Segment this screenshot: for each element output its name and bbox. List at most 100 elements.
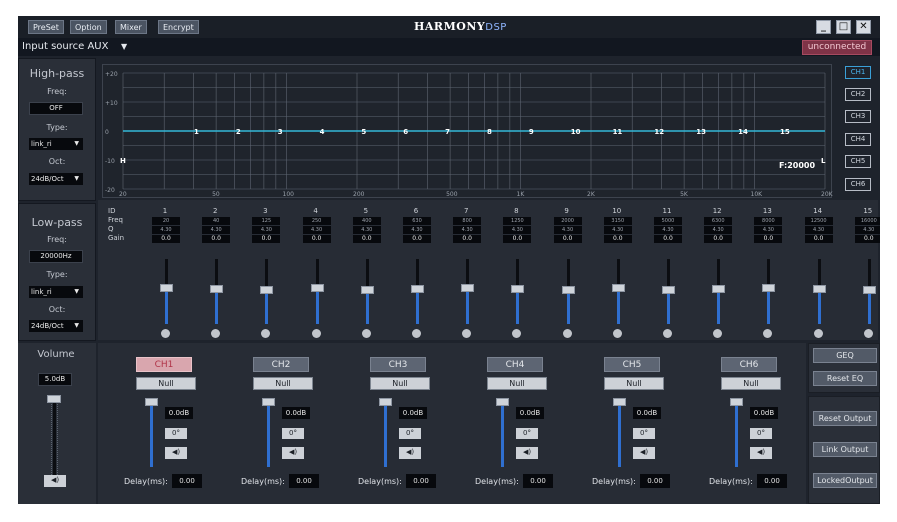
maximize-icon[interactable]: □ bbox=[836, 20, 851, 34]
eq-band-gain-field[interactable]: 0.0 bbox=[352, 235, 381, 243]
output-mode-button[interactable]: Null bbox=[604, 377, 664, 390]
output-mode-button[interactable]: Null bbox=[721, 377, 781, 390]
eq-band-freq-field[interactable]: 5000 bbox=[654, 217, 682, 225]
eq-band-link-dot[interactable] bbox=[412, 329, 421, 338]
output-channel-name-button[interactable]: CH2 bbox=[253, 357, 309, 372]
eq-band-gain-field[interactable]: 0.0 bbox=[804, 235, 833, 243]
eq-band-q-field[interactable]: 4.30 bbox=[453, 226, 482, 234]
eq-band-link-dot[interactable] bbox=[311, 329, 321, 338]
eq-band-link-dot[interactable] bbox=[713, 329, 723, 338]
eq-band-freq-field[interactable]: 800 bbox=[453, 217, 482, 225]
eq-band-slider-knob[interactable] bbox=[561, 286, 575, 294]
eq-band-q-field[interactable]: 4.30 bbox=[252, 226, 281, 234]
output-gain-field[interactable]: 0.0dB bbox=[165, 407, 193, 419]
menu-preset[interactable]: PreSet bbox=[28, 20, 64, 34]
eq-band-gain-field[interactable]: 0.0 bbox=[603, 235, 632, 243]
lowpass-oct-select[interactable]: 24dB/Oct ▼ bbox=[29, 320, 83, 332]
eq-band-q-field[interactable]: 4.30 bbox=[202, 226, 231, 234]
output-delay-field[interactable]: 0.00 bbox=[172, 474, 202, 488]
eq-band-slider-knob[interactable] bbox=[160, 284, 173, 292]
output-gain-slider-knob[interactable] bbox=[145, 398, 158, 406]
output-channel-name-button[interactable]: CH5 bbox=[604, 357, 660, 372]
eq-band-freq-field[interactable]: 250 bbox=[302, 217, 331, 225]
eq-band-slider-knob[interactable] bbox=[762, 284, 776, 292]
highpass-freq-field[interactable]: OFF bbox=[29, 102, 83, 115]
output-delay-field[interactable]: 0.00 bbox=[523, 474, 553, 488]
eq-band-gain-field[interactable]: 0.0 bbox=[854, 235, 880, 243]
output-gain-slider-knob[interactable] bbox=[730, 398, 743, 406]
highpass-type-select[interactable]: link_ri ▼ bbox=[29, 138, 83, 150]
lowpass-freq-field[interactable]: 20000Hz bbox=[29, 250, 83, 263]
eq-band-gain-field[interactable]: 0.0 bbox=[403, 235, 431, 243]
output-gain-slider-knob[interactable] bbox=[262, 398, 275, 406]
eq-band-gain-field[interactable]: 0.0 bbox=[754, 235, 783, 243]
eq-band-gain-field[interactable]: 0.0 bbox=[252, 235, 281, 243]
graph-ch5-button[interactable]: CH5 bbox=[845, 155, 871, 168]
eq-band-slider-knob[interactable] bbox=[310, 284, 324, 292]
eq-band-q-field[interactable]: 4.30 bbox=[503, 226, 532, 234]
output-phase-button[interactable]: 0° bbox=[633, 428, 655, 439]
output-gain-field[interactable]: 0.0dB bbox=[516, 407, 544, 419]
minimize-icon[interactable]: _ bbox=[816, 20, 831, 34]
output-gain-field[interactable]: 0.0dB bbox=[750, 407, 778, 419]
eq-band-slider-knob[interactable] bbox=[461, 284, 475, 292]
eq-band-link-dot[interactable] bbox=[211, 329, 221, 338]
output-delay-field[interactable]: 0.00 bbox=[406, 474, 436, 488]
eq-band-slider-knob[interactable] bbox=[712, 285, 726, 293]
graph-ch6-button[interactable]: CH6 bbox=[845, 178, 871, 191]
eq-band-link-dot[interactable] bbox=[763, 329, 773, 338]
close-icon[interactable]: ✕ bbox=[856, 20, 871, 34]
eq-band-slider-knob[interactable] bbox=[862, 286, 876, 294]
output-channel-name-button[interactable]: CH6 bbox=[721, 357, 777, 372]
output-mode-button[interactable]: Null bbox=[253, 377, 313, 390]
reset-eq-button[interactable]: Reset EQ bbox=[813, 371, 877, 386]
eq-band-freq-field[interactable]: 8000 bbox=[754, 217, 783, 225]
eq-band-gain-field[interactable]: 0.0 bbox=[503, 235, 532, 243]
frequency-response-graph[interactable]: +20 +10 0 -10 -20 20 50 100 200 500 1K 2K 5K 10K 20K 1 2… bbox=[102, 64, 834, 198]
eq-band-link-dot[interactable] bbox=[612, 329, 622, 338]
eq-band-slider-knob[interactable] bbox=[611, 284, 625, 292]
graph-ch4-button[interactable]: CH4 bbox=[845, 133, 871, 146]
eq-band-slider-knob[interactable] bbox=[360, 286, 374, 294]
speaker-icon[interactable]: ◀) bbox=[633, 447, 655, 459]
graph-ch3-button[interactable]: CH3 bbox=[845, 110, 871, 123]
eq-band-slider-knob[interactable] bbox=[511, 285, 525, 293]
output-channel-name-button[interactable]: CH1 bbox=[136, 357, 192, 372]
menu-mixer[interactable]: Mixer bbox=[115, 20, 147, 34]
locked-output-button[interactable]: LockedOutput bbox=[813, 473, 877, 488]
graph-ch1-button[interactable]: CH1 bbox=[845, 66, 871, 79]
output-phase-button[interactable]: 0° bbox=[165, 428, 187, 439]
output-gain-field[interactable]: 0.0dB bbox=[633, 407, 661, 419]
eq-band-q-field[interactable]: 4.30 bbox=[603, 226, 632, 234]
speaker-icon[interactable]: ◀) bbox=[44, 475, 66, 487]
eq-band-link-dot[interactable] bbox=[512, 329, 522, 338]
eq-band-freq-field[interactable]: 20 bbox=[152, 217, 180, 225]
input-source-value[interactable]: AUX bbox=[87, 41, 108, 52]
menu-encrypt[interactable]: Encrypt bbox=[158, 20, 199, 34]
output-gain-slider-knob[interactable] bbox=[496, 398, 509, 406]
eq-band-gain-field[interactable]: 0.0 bbox=[654, 235, 682, 243]
output-mode-button[interactable]: Null bbox=[370, 377, 430, 390]
eq-band-gain-field[interactable]: 0.0 bbox=[302, 235, 331, 243]
speaker-icon[interactable]: ◀) bbox=[282, 447, 304, 459]
eq-band-q-field[interactable]: 4.30 bbox=[854, 226, 880, 234]
eq-band-q-field[interactable]: 4.30 bbox=[704, 226, 733, 234]
output-channel-name-button[interactable]: CH3 bbox=[370, 357, 426, 372]
eq-band-q-field[interactable]: 4.30 bbox=[403, 226, 431, 234]
eq-band-freq-field[interactable]: 1250 bbox=[503, 217, 532, 225]
eq-band-link-dot[interactable] bbox=[261, 329, 271, 338]
eq-band-slider-knob[interactable] bbox=[662, 286, 675, 294]
volume-slider[interactable] bbox=[44, 393, 64, 488]
eq-band-link-dot[interactable] bbox=[562, 329, 572, 338]
output-delay-field[interactable]: 0.00 bbox=[289, 474, 319, 488]
eq-band-slider-knob[interactable] bbox=[260, 286, 274, 294]
lowpass-type-select[interactable]: link_ri ▼ bbox=[29, 286, 83, 298]
volume-slider-knob[interactable] bbox=[47, 395, 61, 403]
eq-band-link-dot[interactable] bbox=[863, 329, 873, 338]
eq-band-freq-field[interactable]: 12500 bbox=[804, 217, 833, 225]
eq-band-freq-field[interactable]: 2000 bbox=[553, 217, 582, 225]
eq-band-q-field[interactable]: 4.30 bbox=[152, 226, 180, 234]
menu-option[interactable]: Option bbox=[70, 20, 107, 34]
geq-button[interactable]: GEQ bbox=[813, 348, 877, 363]
output-mode-button[interactable]: Null bbox=[487, 377, 547, 390]
